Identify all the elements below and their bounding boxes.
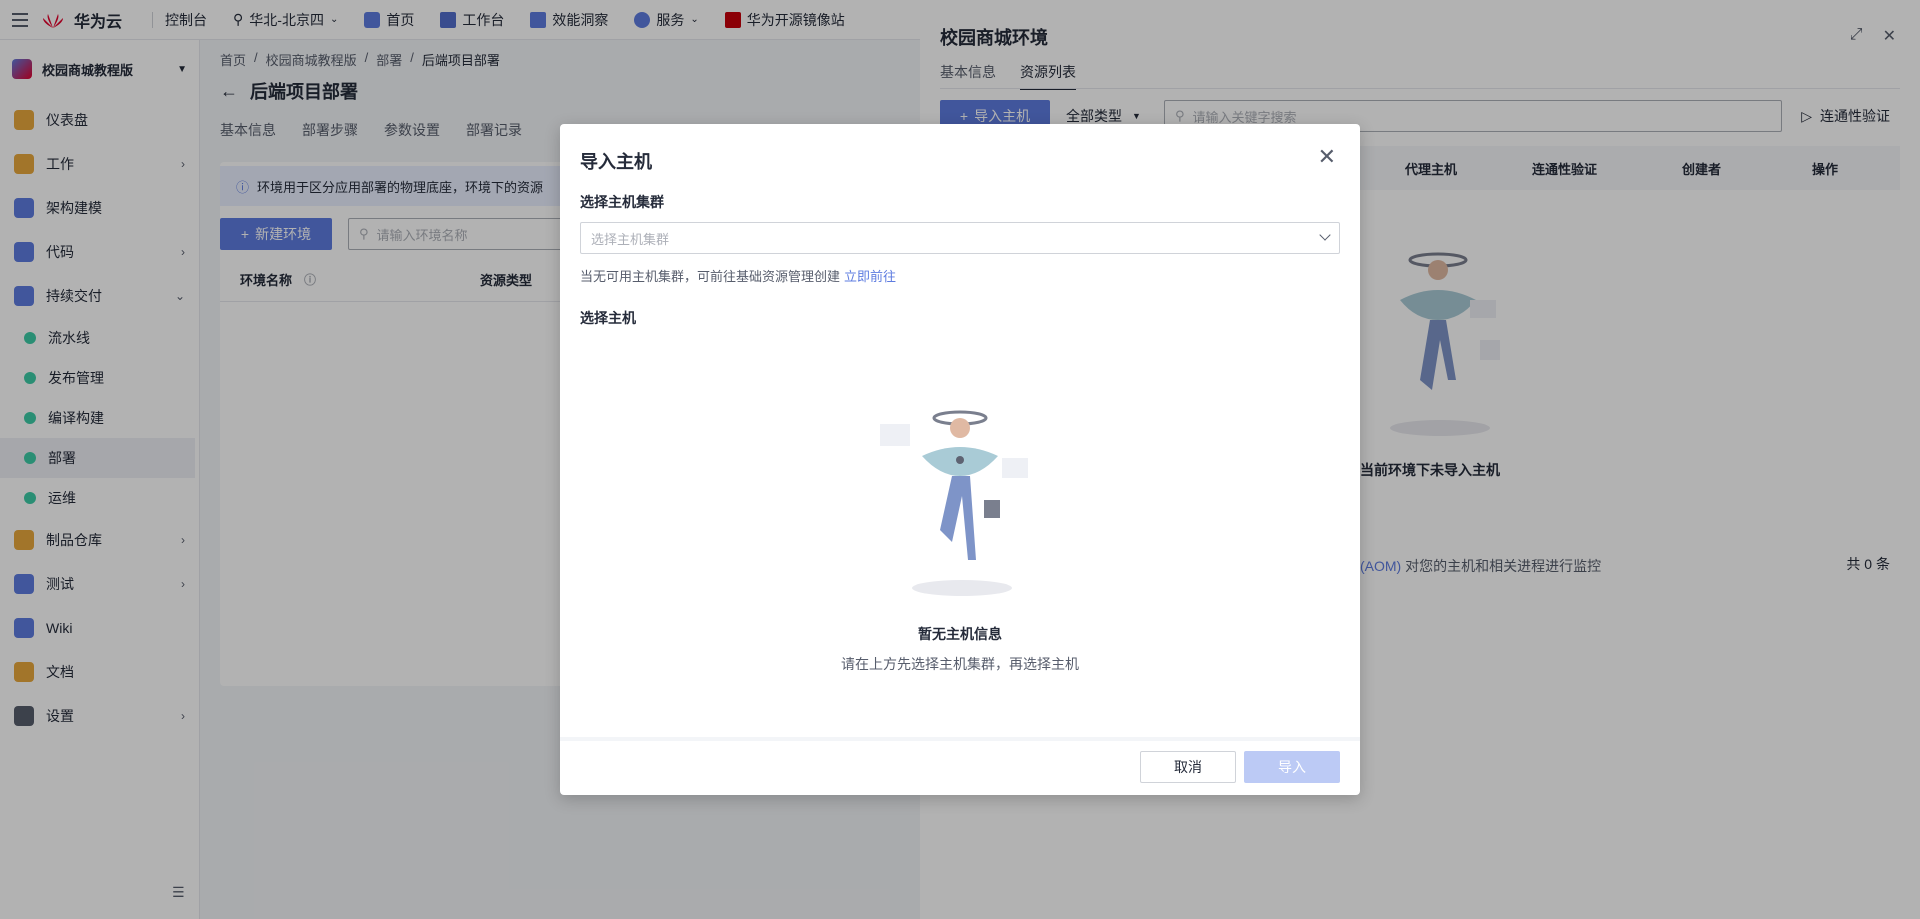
hint-text: 当无可用主机集群，可前往基础资源管理创建 [580,269,841,284]
chevron-down-icon [1319,229,1331,241]
host-cluster-select[interactable]: 选择主机集群 [580,222,1340,254]
import-button[interactable]: 导入 [1244,751,1340,783]
empty-title: 暂无主机信息 [918,626,1002,642]
dialog-footer: 取消 导入 [560,737,1360,795]
import-host-dialog: 导入主机 ✕ 选择主机集群 选择主机集群 当无可用主机集群，可前往基础资源管理创… [560,124,1360,795]
go-now-link[interactable]: 立即前往 [844,269,896,284]
select-placeholder: 选择主机集群 [591,231,670,247]
cancel-button[interactable]: 取消 [1140,751,1236,783]
host-label: 选择主机 [580,310,636,326]
dialog-title: 导入主机 [580,152,652,172]
cluster-hint: 当无可用主机集群，可前往基础资源管理创建 立即前往 [580,266,896,285]
cluster-label: 选择主机集群 [580,194,664,210]
empty-illustration [880,410,1028,596]
close-icon[interactable]: ✕ [1318,146,1336,168]
empty-description: 请在上方先选择主机集群，再选择主机 [841,656,1079,672]
